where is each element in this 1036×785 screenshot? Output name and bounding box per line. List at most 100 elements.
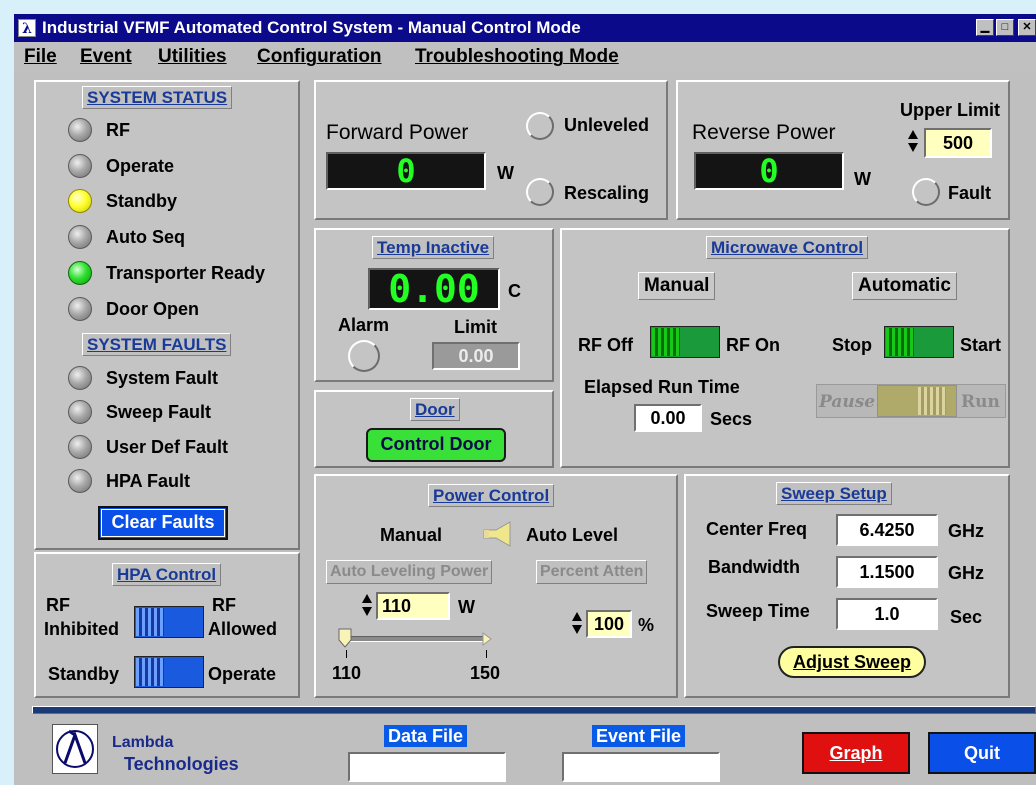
window-title: Industrial VFMF Automated Control System… xyxy=(42,18,581,37)
elapsed-run-time-label: Elapsed Run Time xyxy=(584,377,740,397)
rf-status-led xyxy=(68,118,92,142)
standby-status-label: Standby xyxy=(106,191,178,211)
percent-atten-field[interactable]: 100 xyxy=(586,610,632,638)
forward-power-panel: Forward Power 0 W Unleveled Rescaling xyxy=(314,80,668,220)
elapsed-run-time-unit: Secs xyxy=(710,409,753,429)
system-fault-label: System Fault xyxy=(106,368,219,388)
company-name-line2: Technologies xyxy=(124,754,239,774)
standby-status-led xyxy=(68,189,92,213)
reverse-fault-indicator xyxy=(912,178,940,206)
menu-configuration[interactable]: Configuration xyxy=(257,42,382,72)
app-logo-icon: λ xyxy=(18,19,36,37)
center-freq-label: Center Freq xyxy=(706,519,808,539)
reverse-fault-label: Fault xyxy=(948,183,991,203)
unleveled-label: Unleveled xyxy=(564,115,650,135)
toggle-handle xyxy=(652,328,680,356)
unleveled-indicator xyxy=(526,112,554,140)
level-mode-toggle-icon[interactable] xyxy=(482,520,516,548)
alarm-indicator xyxy=(348,340,380,372)
reverse-power-panel: Reverse Power 0 W Upper Limit 500 Fault xyxy=(676,80,1010,220)
auto-leveling-spinner[interactable] xyxy=(362,592,372,618)
progress-separator xyxy=(32,706,1036,714)
pause-run-group: Pause Run xyxy=(816,384,1006,418)
auto-level-label: Auto Level xyxy=(526,525,619,545)
forward-power-unit: W xyxy=(497,163,514,183)
data-file-field[interactable] xyxy=(348,752,506,782)
menu-bar: File Event Utilities Configuration Troub… xyxy=(14,42,1036,72)
system-faults-title: SYSTEM FAULTS xyxy=(82,333,232,356)
system-status-title: SYSTEM STATUS xyxy=(82,86,233,109)
percent-atten-label: Percent Atten xyxy=(536,560,648,584)
sweep-time-field[interactable]: 1.0 xyxy=(836,598,938,630)
slider-end-marker xyxy=(482,632,492,646)
run-label: Run xyxy=(961,392,1000,412)
reverse-power-label: Reverse Power xyxy=(692,121,836,144)
sweep-fault-label: Sweep Fault xyxy=(106,402,212,422)
minimize-button[interactable]: ▁ xyxy=(976,19,994,36)
quit-button[interactable]: Quit xyxy=(928,732,1036,774)
microwave-control-panel: Microwave Control Manual Automatic RF Of… xyxy=(560,228,1010,468)
control-door-button[interactable]: Control Door xyxy=(366,428,506,462)
power-control-title: Power Control xyxy=(428,484,555,507)
company-name-line1: Lambda xyxy=(112,734,174,751)
temperature-panel: Temp Inactive 0.00 C Alarm Limit 0.00 xyxy=(314,228,554,382)
temp-inactive-title: Temp Inactive xyxy=(372,236,495,259)
event-file-field[interactable] xyxy=(562,752,720,782)
lambda-logo-icon xyxy=(52,724,98,774)
auto-leveling-slider-thumb[interactable] xyxy=(338,628,352,648)
rf-inhibited-label-1: RF xyxy=(46,595,70,615)
clear-faults-button[interactable]: Clear Faults xyxy=(98,506,228,540)
graph-button[interactable]: Graph xyxy=(802,732,910,774)
menu-utilities[interactable]: Utilities xyxy=(158,42,227,72)
operate-status-label: Operate xyxy=(106,156,175,176)
hpa-control-title: HPA Control xyxy=(112,563,222,586)
event-file-label: Event File xyxy=(592,725,686,747)
rf-off-label: RF Off xyxy=(578,335,633,355)
standby-label: Standby xyxy=(48,664,120,684)
percent-unit: % xyxy=(638,615,655,635)
adjust-sweep-button[interactable]: Adjust Sweep xyxy=(778,646,926,678)
upper-limit-field[interactable]: 500 xyxy=(924,128,992,158)
standby-operate-toggle[interactable] xyxy=(134,656,204,688)
rf-inhibit-toggle[interactable] xyxy=(134,606,204,638)
reverse-power-unit: W xyxy=(854,169,871,189)
automatic-mode-label: Automatic xyxy=(852,272,957,300)
auto-leveling-power-field[interactable]: 110 xyxy=(376,592,450,620)
auto-leveling-unit: W xyxy=(458,597,475,617)
menu-file[interactable]: File xyxy=(24,42,57,72)
door-open-label: Door Open xyxy=(106,299,199,319)
transporter-ready-led xyxy=(68,261,92,285)
door-panel: Door Control Door xyxy=(314,390,554,468)
power-control-panel: Power Control Manual Auto Level Auto Lev… xyxy=(314,474,678,698)
temp-limit-field: 0.00 xyxy=(432,342,520,370)
elapsed-run-time-field: 0.00 xyxy=(634,404,702,432)
upper-limit-spinner[interactable] xyxy=(908,128,918,154)
toggle-handle xyxy=(136,608,164,636)
pause-label: Pause xyxy=(819,392,876,412)
temperature-unit: C xyxy=(508,281,521,301)
rescaling-label: Rescaling xyxy=(564,183,650,203)
rescaling-indicator xyxy=(526,178,554,206)
door-open-led xyxy=(68,297,92,321)
system-status-panel: SYSTEM STATUS RF Operate Standby Auto Se… xyxy=(34,80,300,550)
start-label: Start xyxy=(960,335,1002,355)
forward-power-label: Forward Power xyxy=(326,121,469,144)
auto-leveling-slider-track[interactable] xyxy=(344,636,488,642)
toggle-handle xyxy=(918,387,946,415)
rf-on-label: RF On xyxy=(726,335,780,355)
bandwidth-field[interactable]: 1.1500 xyxy=(836,556,938,588)
upper-limit-label: Upper Limit xyxy=(900,100,1001,120)
client-area: SYSTEM STATUS RF Operate Standby Auto Se… xyxy=(14,72,1036,785)
center-freq-unit: GHz xyxy=(948,521,984,541)
percent-atten-spinner[interactable] xyxy=(572,610,582,636)
menu-troubleshooting-mode[interactable]: Troubleshooting Mode xyxy=(415,42,619,72)
stop-start-toggle[interactable] xyxy=(884,326,954,358)
center-freq-field[interactable]: 6.4250 xyxy=(836,514,938,546)
power-manual-label: Manual xyxy=(380,525,443,545)
rf-on-off-toggle[interactable] xyxy=(650,326,720,358)
hpa-fault-led xyxy=(68,469,92,493)
close-button[interactable]: ✕ xyxy=(1018,19,1036,36)
slider-tick-max xyxy=(486,650,487,658)
menu-event[interactable]: Event xyxy=(80,42,132,72)
maximize-button[interactable]: □ xyxy=(996,19,1014,36)
